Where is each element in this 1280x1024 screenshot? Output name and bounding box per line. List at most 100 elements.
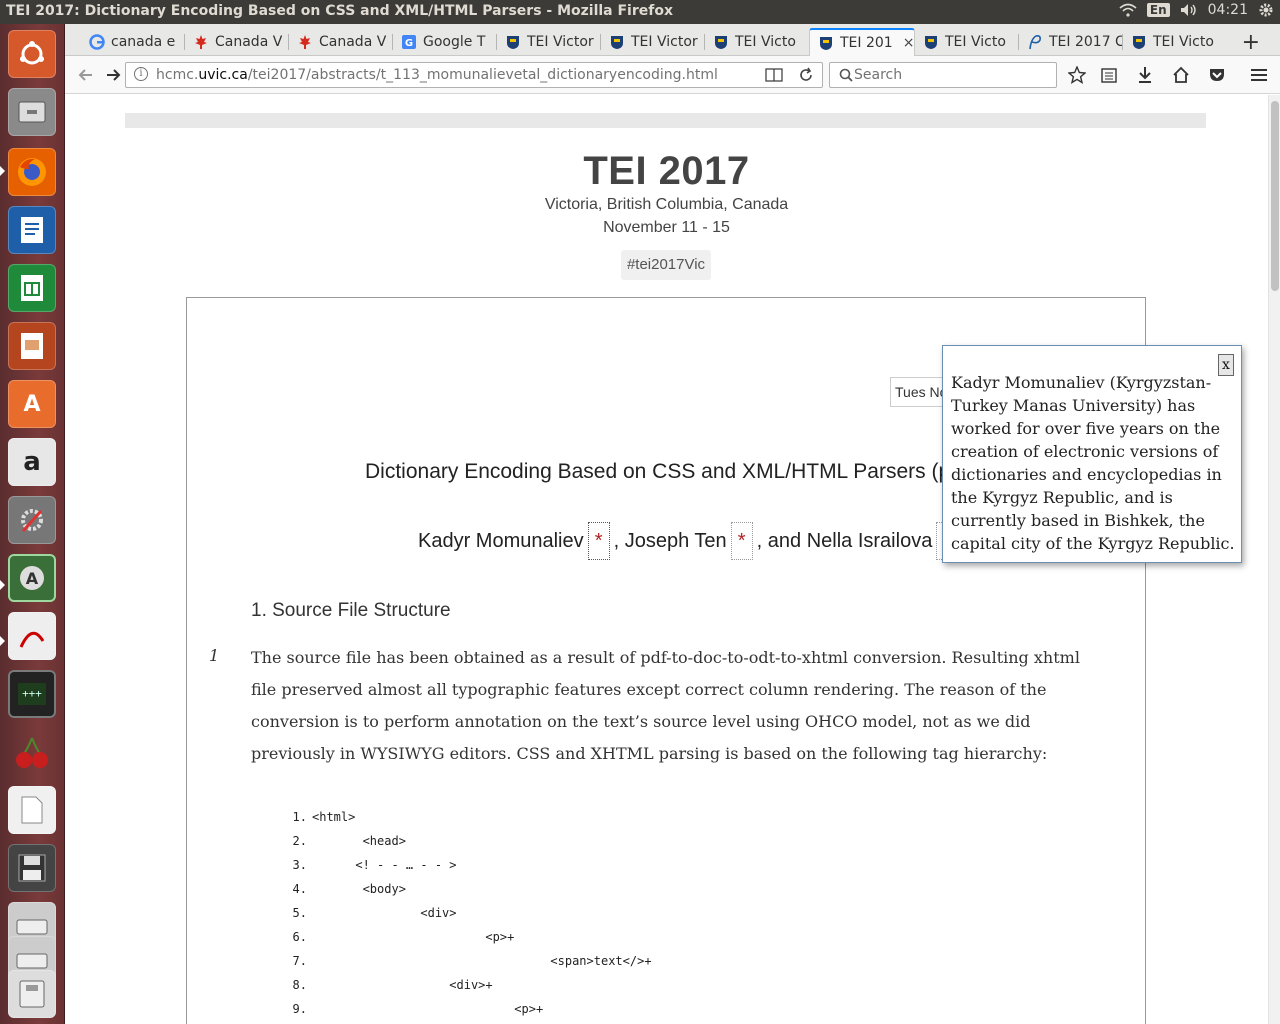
running-indicator bbox=[0, 166, 5, 176]
system-settings-icon[interactable] bbox=[8, 496, 56, 544]
tab-google-search[interactable]: canada e bbox=[81, 28, 185, 56]
uvic-shield-icon bbox=[505, 34, 521, 50]
code-line: 9. <p>+ bbox=[292, 1002, 544, 1016]
tab-label: Google T bbox=[423, 34, 486, 50]
tab-tei-victoria[interactable]: TEI Victo bbox=[1123, 28, 1227, 56]
navigation-toolbar: i hcmc.uvic.ca/tei2017/abstracts/t_113_m… bbox=[65, 56, 1280, 94]
url-bar[interactable]: i hcmc.uvic.ca/tei2017/abstracts/t_113_m… bbox=[125, 62, 823, 88]
tab-label: TEI 201 bbox=[840, 35, 893, 51]
tab-label: canada e bbox=[111, 34, 176, 50]
forward-arrow-icon[interactable] bbox=[102, 64, 124, 86]
tab-tei-victoria[interactable]: TEI Victo bbox=[915, 28, 1019, 56]
scrollbar-thumb[interactable] bbox=[1271, 101, 1279, 291]
amazon-icon[interactable]: a bbox=[8, 438, 56, 486]
volume-icon[interactable] bbox=[1180, 3, 1198, 17]
library-icon[interactable] bbox=[1098, 64, 1120, 86]
author-info-marker[interactable]: * bbox=[730, 522, 753, 560]
paragraph-number: 1 bbox=[209, 646, 220, 665]
pdf-viewer-icon[interactable] bbox=[8, 612, 56, 660]
code-line: 5. <div> bbox=[292, 906, 457, 920]
search-input[interactable]: Search bbox=[829, 62, 1057, 88]
page-scrollbar[interactable] bbox=[1268, 95, 1280, 1024]
author-name: Kadyr Momunaliev bbox=[418, 529, 584, 552]
unity-launcher: A a A +++ bbox=[0, 24, 65, 1024]
header-bar bbox=[125, 113, 1206, 128]
libreoffice-writer-icon[interactable] bbox=[8, 206, 56, 254]
back-arrow-icon[interactable] bbox=[75, 64, 97, 86]
system-top-panel: TEI 2017: Dictionary Encoding Based on C… bbox=[0, 0, 1280, 24]
search-icon bbox=[835, 64, 857, 86]
code-line: 4. <body> bbox=[292, 882, 406, 896]
site-info-icon[interactable]: i bbox=[134, 67, 148, 81]
ubuntu-software-icon[interactable]: A bbox=[8, 380, 56, 428]
new-tab-button[interactable]: + bbox=[1242, 30, 1260, 55]
tab-tei-2017-conftool[interactable]: TEI 2017 C bbox=[1019, 28, 1123, 56]
tab-label: TEI Victo bbox=[1153, 34, 1214, 50]
uvic-shield-icon bbox=[609, 34, 625, 50]
system-monitor-icon[interactable]: +++ bbox=[8, 670, 56, 718]
bookmark-star-icon[interactable] bbox=[1066, 64, 1088, 86]
download-icon[interactable] bbox=[1134, 64, 1156, 86]
svg-text:G: G bbox=[405, 38, 413, 49]
author-list: Kadyr Momunaliev * , Joseph Ten * , and … bbox=[418, 522, 962, 560]
uvic-shield-icon bbox=[923, 34, 939, 50]
pocket-icon[interactable] bbox=[1206, 64, 1228, 86]
running-indicator bbox=[0, 636, 5, 646]
tab-tei-victoria[interactable]: TEI Victo bbox=[705, 28, 809, 56]
tab-canada[interactable]: Canada V bbox=[289, 28, 393, 56]
hamburger-menu-icon[interactable] bbox=[1248, 64, 1270, 86]
maple-leaf-icon bbox=[193, 34, 209, 50]
uvic-shield-icon bbox=[713, 34, 729, 50]
code-line: 6. <p>+ bbox=[292, 930, 515, 944]
libreoffice-impress-icon[interactable] bbox=[8, 322, 56, 370]
author-info-marker[interactable]: * bbox=[587, 522, 610, 560]
gear-icon[interactable] bbox=[1258, 2, 1274, 18]
paragraph-text: The source file has been obtained as a r… bbox=[251, 648, 1080, 763]
tab-tei-victoria[interactable]: TEI Victor bbox=[601, 28, 705, 56]
software-updater-icon[interactable]: A bbox=[8, 554, 56, 602]
system-tray: En 04:21 bbox=[1119, 2, 1274, 18]
code-line: 2. <head> bbox=[292, 834, 406, 848]
code-line: 1. <html> bbox=[292, 810, 356, 824]
hashtag-link[interactable]: #tei2017Vic bbox=[621, 250, 711, 280]
text-file-icon[interactable] bbox=[8, 786, 56, 834]
tab-tei-victoria[interactable]: TEI Victor bbox=[497, 28, 601, 56]
url-prefix: hcmc. bbox=[156, 67, 199, 83]
author-bio-popup: x Kadyr Momunaliev (Kyrgyzstan-Turkey Ma… bbox=[942, 345, 1242, 563]
code-line: 7. <span>text</>+ bbox=[292, 954, 652, 968]
tab-label: TEI Victo bbox=[945, 34, 1006, 50]
tab-google-translate[interactable]: G Google T bbox=[393, 28, 497, 56]
window-title: TEI 2017: Dictionary Encoding Based on C… bbox=[6, 3, 673, 19]
removable-drive-icon[interactable] bbox=[8, 970, 56, 1018]
clock[interactable]: 04:21 bbox=[1208, 2, 1248, 18]
tab-canada[interactable]: Canada V bbox=[185, 28, 289, 56]
uvic-shield-icon bbox=[1131, 34, 1147, 50]
uvic-shield-icon bbox=[818, 35, 834, 51]
reload-icon[interactable] bbox=[795, 64, 817, 86]
section-heading: 1. Source File Structure bbox=[251, 600, 451, 621]
tab-label: TEI Victo bbox=[735, 34, 796, 50]
running-indicator bbox=[0, 580, 5, 590]
paper-title: Dictionary Encoding Based on CSS and XML… bbox=[365, 460, 979, 483]
browser-tab-strip: canada e Canada V Canada V G Google T TE… bbox=[65, 24, 1280, 56]
files-icon[interactable] bbox=[8, 88, 56, 136]
maple-leaf-icon bbox=[297, 34, 313, 50]
reader-view-icon[interactable] bbox=[763, 64, 785, 86]
conference-dates: November 11 - 15 bbox=[603, 219, 730, 236]
firefox-icon[interactable] bbox=[8, 148, 56, 196]
wifi-icon[interactable] bbox=[1119, 3, 1137, 17]
author-bio-text: Kadyr Momunaliev (Kyrgyzstan-Turkey Mana… bbox=[951, 373, 1235, 553]
tab-label: Canada V bbox=[319, 34, 387, 50]
url-domain: uvic.ca bbox=[198, 67, 248, 83]
tab-label: TEI Victor bbox=[631, 34, 698, 50]
close-tab-icon[interactable]: × bbox=[903, 35, 914, 51]
home-icon[interactable] bbox=[1170, 64, 1192, 86]
tab-label: TEI 2017 C bbox=[1049, 34, 1123, 50]
cherrytree-icon[interactable] bbox=[8, 728, 56, 776]
libreoffice-calc-icon[interactable] bbox=[8, 264, 56, 312]
tab-tei-2017-active[interactable]: TEI 201 × bbox=[809, 28, 915, 56]
url-path: /tei2017/abstracts/t_113_momunalievetal_… bbox=[247, 67, 718, 83]
save-floppy-icon[interactable] bbox=[8, 844, 56, 892]
keyboard-language-indicator[interactable]: En bbox=[1146, 3, 1170, 17]
ubuntu-dash-icon[interactable] bbox=[8, 30, 56, 78]
